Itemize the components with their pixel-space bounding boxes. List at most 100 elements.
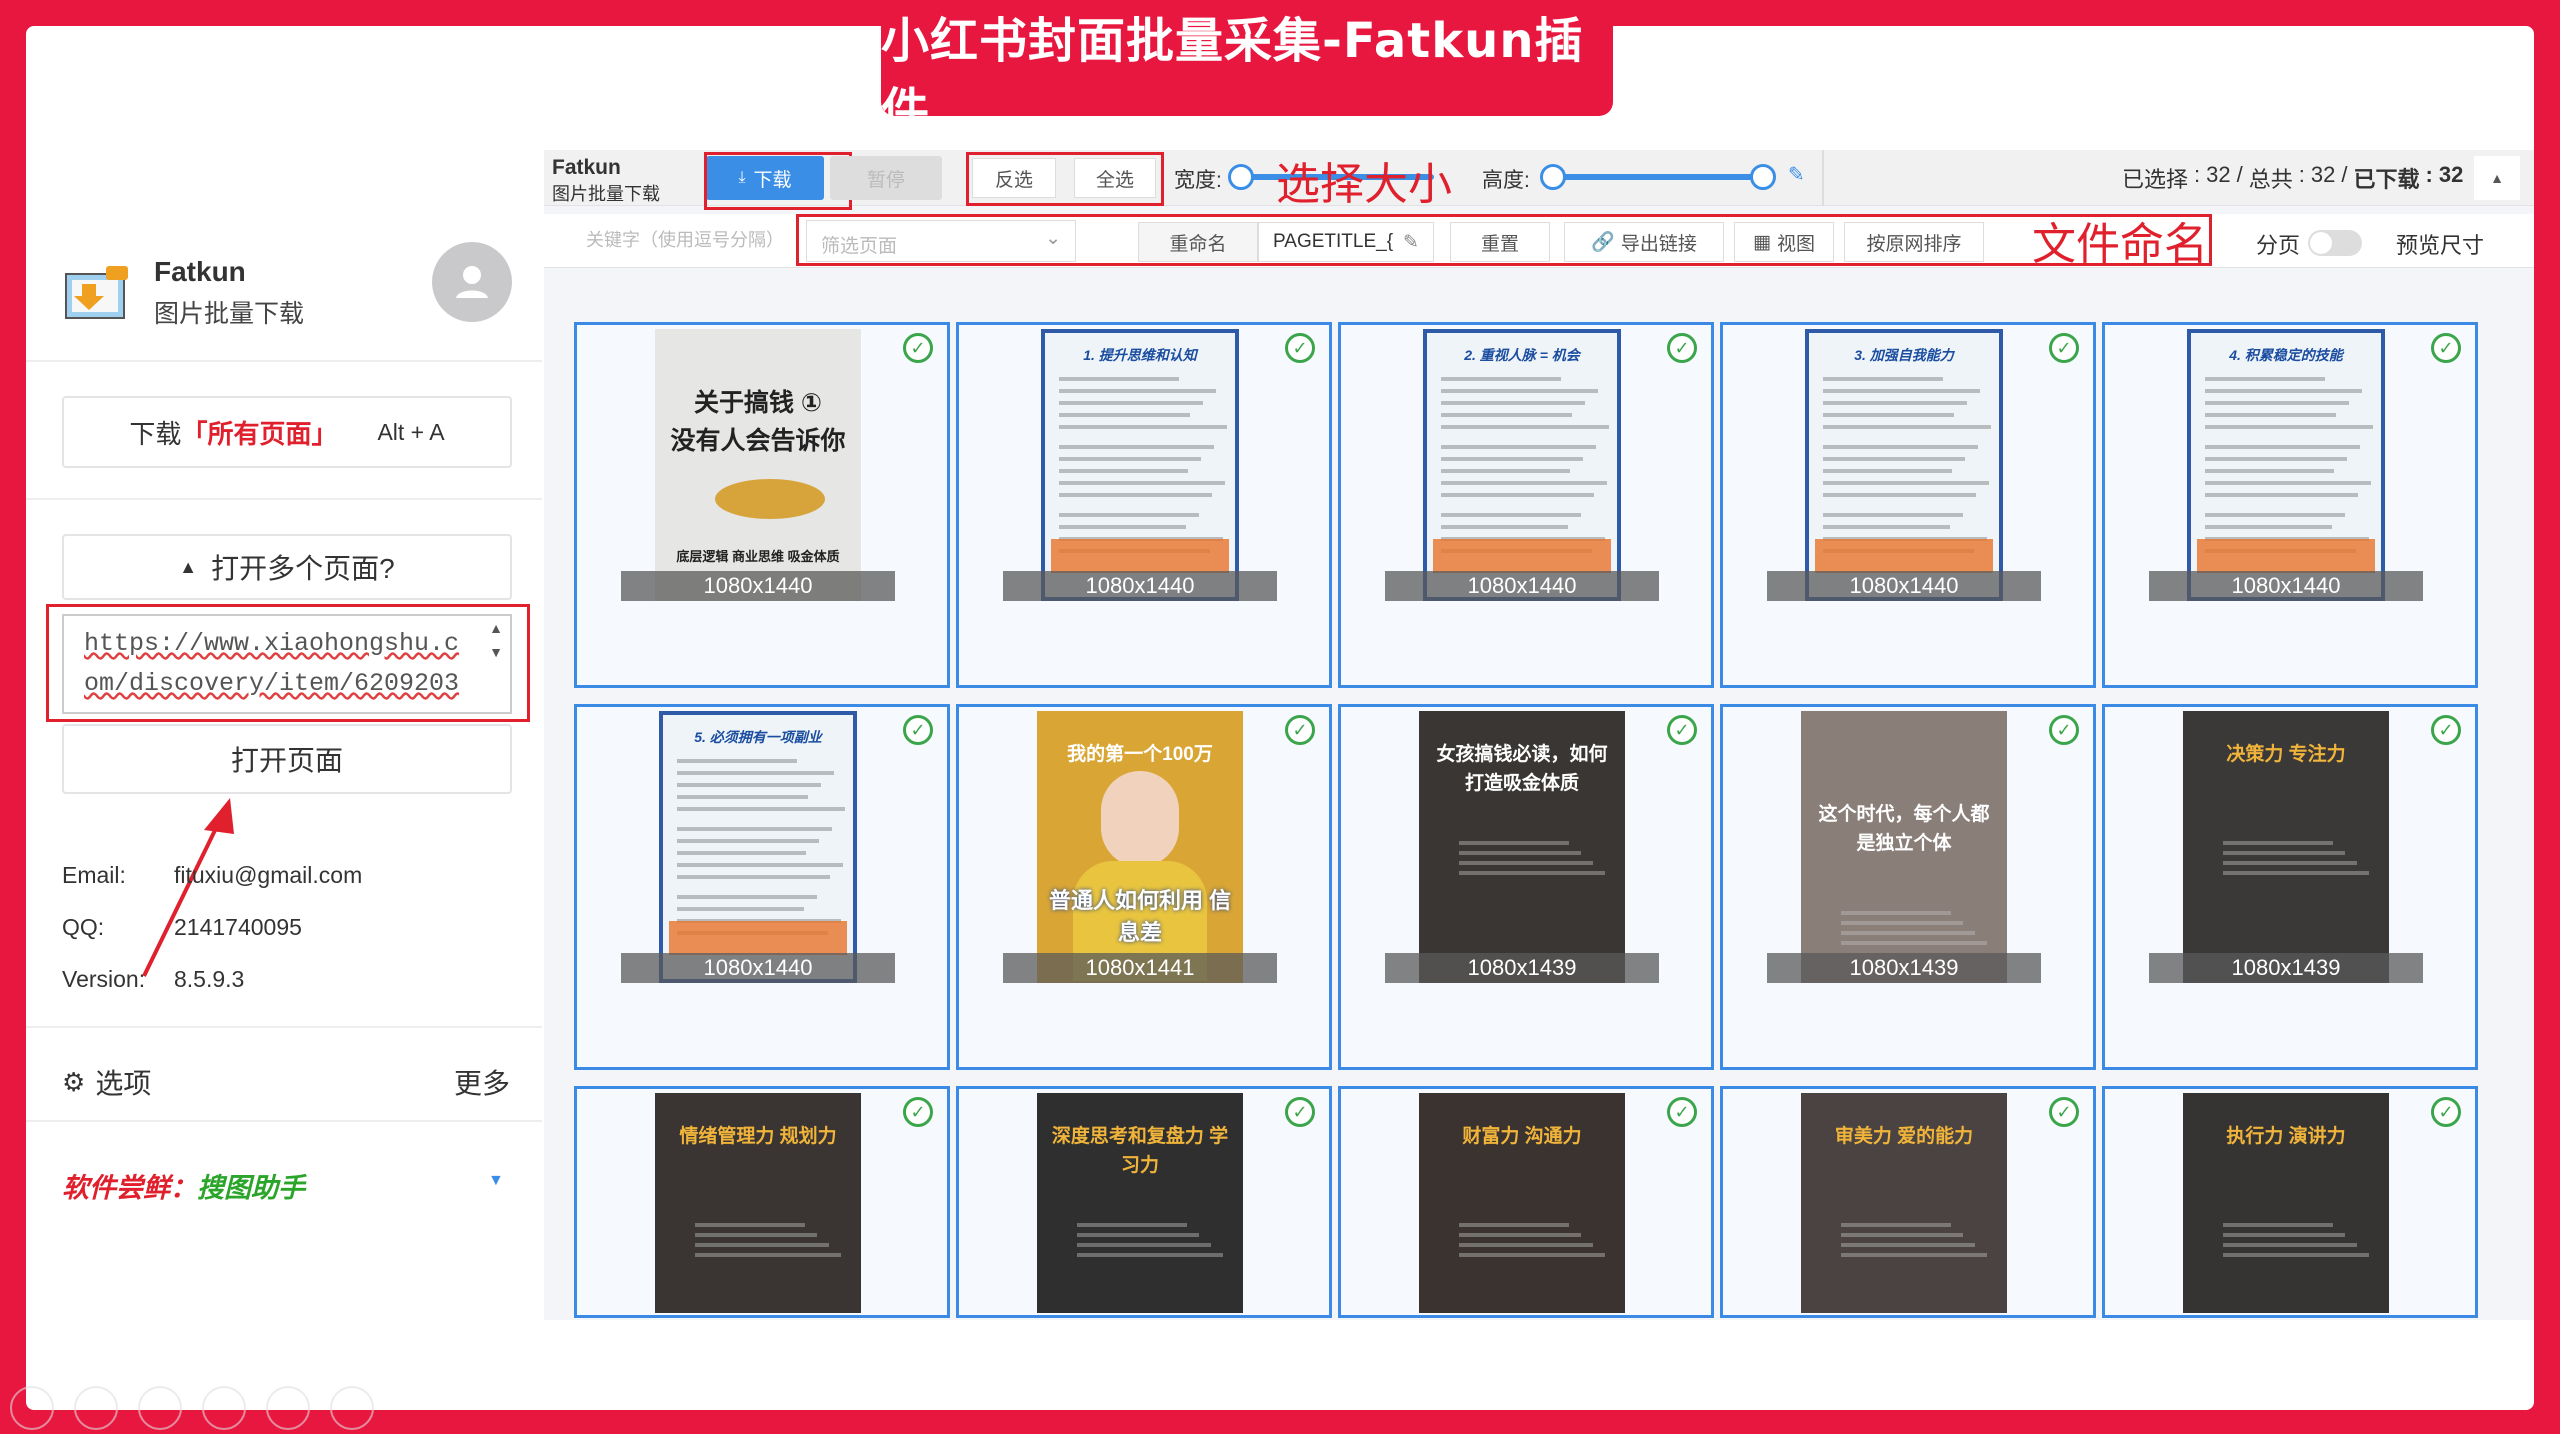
image-card[interactable]: 4. 积累稳定的技能 ✓ 1080x1440	[2102, 322, 2478, 688]
download-all-pages-button[interactable]: 下载 「所有页面」 Alt + A	[62, 396, 512, 468]
width-slider-handle[interactable]	[1228, 164, 1254, 190]
image-card[interactable]: 女孩搞钱必读，如何打造吸金体质 ✓ 1080x1439	[1338, 704, 1714, 1070]
options-link[interactable]: ⚙ 选项	[62, 1062, 151, 1102]
image-thumbnail: 这个时代，每个人都是独立个体	[1801, 711, 2007, 983]
selected-check-icon[interactable]: ✓	[1285, 1097, 1315, 1127]
open-page-button[interactable]: 打开页面	[62, 724, 512, 794]
selected-check-icon[interactable]: ✓	[1285, 333, 1315, 363]
image-thumbnail: 1. 提升思维和认知	[1041, 329, 1239, 601]
thumbnail-title: 我的第一个100万	[1067, 744, 1213, 765]
reset-button[interactable]: 重置	[1450, 222, 1550, 262]
image-card[interactable]: 决策力 专注力 ✓ 1080x1439	[2102, 704, 2478, 1070]
selected-check-icon[interactable]: ✓	[2049, 1097, 2079, 1127]
image-card[interactable]: 2. 重视人脉 = 机会 ✓ 1080x1440	[1338, 322, 1714, 688]
image-card[interactable]: 执行力 演讲力 ✓	[2102, 1086, 2478, 1318]
selected-check-icon[interactable]: ✓	[1667, 1097, 1697, 1127]
selected-check-icon[interactable]: ✓	[1667, 333, 1697, 363]
collapse-toolbar-button[interactable]: ▲	[2474, 156, 2520, 200]
image-thumbnail: 情绪管理力 规划力	[655, 1093, 861, 1313]
download-all-strong: 「所有页面」	[181, 418, 338, 449]
pen-icon[interactable]	[138, 1386, 182, 1430]
image-card[interactable]: 这个时代，每个人都是独立个体 ✓ 1080x1439	[1720, 704, 2096, 1070]
filter-toolbar: 关键字（使用逗号分隔） 筛选页面 ⌄ 重命名 PAGETITLE_{✎ 重置 🔗 导…	[544, 214, 2534, 270]
image-size-label: 1080x1439	[2149, 953, 2423, 983]
height-slider-max-handle[interactable]	[1750, 164, 1776, 190]
image-card[interactable]: 财富力 沟通力 ✓	[1338, 1086, 1714, 1318]
edit-icon[interactable]: ✎	[1788, 162, 1805, 187]
user-icon	[456, 266, 488, 298]
thumbnail-title: 决策力 专注力	[2226, 744, 2346, 765]
image-thumbnail: 深度思考和复盘力 学习力	[1037, 1093, 1243, 1313]
image-card[interactable]: 1. 提升思维和认知 ✓ 1080x1440	[956, 322, 1332, 688]
keyword-input[interactable]: 关键字（使用逗号分隔）	[544, 226, 784, 252]
thumbnail-title: 女孩搞钱必读，如何打造吸金体质	[1436, 744, 1608, 794]
presentation-controls	[10, 1386, 374, 1430]
more-link[interactable]: 更多	[454, 1062, 510, 1102]
selected-check-icon[interactable]: ✓	[2049, 333, 2079, 363]
selected-check-icon[interactable]: ✓	[903, 333, 933, 363]
image-size-label: 1080x1440	[1385, 571, 1659, 601]
selected-check-icon[interactable]: ✓	[1667, 715, 1697, 745]
image-card[interactable]: 审美力 爱的能力 ✓	[1720, 1086, 2096, 1318]
image-thumbnail: 4. 积累稳定的技能	[2187, 329, 2385, 601]
banner-title: 小红书封面批量采集-Fatkun插件	[881, 13, 1613, 139]
thumbnail-title: 情绪管理力 规划力	[679, 1126, 837, 1147]
selected-check-icon[interactable]: ✓	[2431, 333, 2461, 363]
image-card[interactable]: 我的第一个100万 普通人如何利用 信息差 ✓ 1080x1441	[956, 704, 1332, 1070]
more-icon[interactable]	[330, 1386, 374, 1430]
image-thumbnail: 执行力 演讲力	[2183, 1093, 2389, 1313]
promo-row[interactable]: 软件尝鲜： 搜图助手	[62, 1166, 305, 1205]
status-counts: 已选择:32/ 总共:32/ 已下载:32	[2122, 162, 2464, 192]
slides-icon[interactable]	[202, 1386, 246, 1430]
email-value: fituxiu@gmail.com	[174, 862, 363, 888]
preview-size-label: 预览尺寸	[2396, 233, 2485, 258]
qq-label: QQ:	[62, 914, 105, 940]
thumbnail-title: 深度思考和复盘力 学习力	[1051, 1126, 1229, 1176]
image-thumbnail: 审美力 爱的能力	[1801, 1093, 2007, 1313]
export-links-button[interactable]: 🔗 导出链接	[1564, 222, 1724, 262]
height-slider[interactable]	[1540, 164, 1776, 190]
image-thumbnail: 我的第一个100万普通人如何利用 信息差	[1037, 711, 1243, 983]
export-links-label: 导出链接	[1620, 233, 1697, 255]
selected-check-icon[interactable]: ✓	[903, 715, 933, 745]
thumbnail-title: 4. 积累稳定的技能	[2229, 347, 2343, 363]
fatkun-logo	[62, 262, 132, 332]
image-card[interactable]: 关于搞钱 ① 没有人会告诉你 底层逻辑 商业思维 吸金体质 ✓ 1080x1440	[574, 322, 950, 688]
thumbnail-title: 5. 必须拥有一项副业	[694, 729, 822, 745]
selected-check-icon[interactable]: ✓	[903, 1097, 933, 1127]
image-thumbnail: 决策力 专注力	[2183, 711, 2389, 983]
avatar[interactable]	[432, 242, 512, 322]
image-card[interactable]: 深度思考和复盘力 学习力 ✓	[956, 1086, 1332, 1318]
promo-label: 软件尝鲜：	[62, 1173, 197, 1203]
selected-check-icon[interactable]: ✓	[2431, 1097, 2461, 1127]
caret-down-icon[interactable]: ▼	[488, 1172, 504, 1190]
height-slider-min-handle[interactable]	[1540, 164, 1566, 190]
thumbnail-footer: 普通人如何利用 信息差	[1048, 888, 1232, 945]
toolbar-app-name: Fatkun	[552, 156, 621, 179]
pause-button[interactable]: 暂停	[830, 156, 942, 200]
zoom-icon[interactable]	[266, 1386, 310, 1430]
play-icon[interactable]	[74, 1386, 118, 1430]
link-icon: 🔗	[1591, 232, 1615, 253]
prev-icon[interactable]	[10, 1386, 54, 1430]
open-multiple-label: 打开多个页面?	[211, 553, 395, 584]
image-card[interactable]: 3. 加强自我能力 ✓ 1080x1440	[1720, 322, 2096, 688]
image-thumbnail: 5. 必须拥有一项副业	[659, 711, 857, 983]
selected-check-icon[interactable]: ✓	[1285, 715, 1315, 745]
download-all-prefix: 下载	[129, 418, 182, 449]
view-button[interactable]: ▦ 视图	[1734, 222, 1834, 262]
toolbar-app-subtitle: 图片批量下载	[552, 184, 660, 204]
selected-check-icon[interactable]: ✓	[2431, 715, 2461, 745]
url-highlight-box	[46, 604, 530, 722]
paging-toggle[interactable]	[2308, 230, 2362, 256]
selected-check-icon[interactable]: ✓	[2049, 715, 2079, 745]
sort-button[interactable]: 按原网排序	[1844, 222, 1984, 262]
thumbnail-title: 执行力 演讲力	[2226, 1126, 2346, 1147]
image-card[interactable]: 情绪管理力 规划力 ✓	[574, 1086, 950, 1318]
open-multiple-pages-toggle[interactable]: ▲ 打开多个页面?	[62, 534, 512, 600]
thumbnail-title: 财富力 沟通力	[1462, 1126, 1582, 1147]
image-card[interactable]: 5. 必须拥有一项副业 ✓ 1080x1440	[574, 704, 950, 1070]
naming-annotation: 文件命名	[2032, 219, 2208, 270]
total-count: 32	[2310, 162, 2336, 187]
email-label: Email:	[62, 862, 126, 888]
